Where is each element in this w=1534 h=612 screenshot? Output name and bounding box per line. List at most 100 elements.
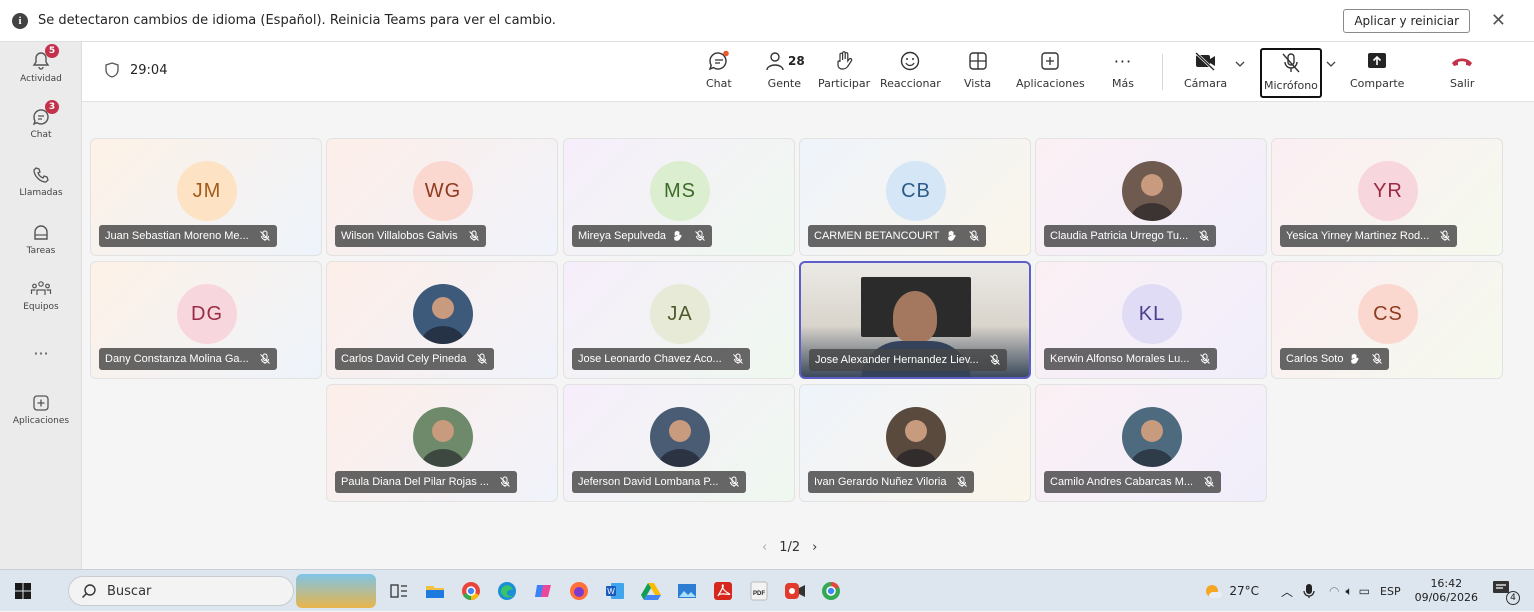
rail-label: Tareas	[26, 246, 56, 256]
participant-name: Wilson Villalobos Galvis	[341, 230, 458, 242]
rail-item-llamadas[interactable]: Llamadas	[0, 164, 82, 198]
participant-tile[interactable]: JA Jose Leonardo Chavez Aco...	[563, 261, 795, 379]
search-placeholder: Buscar	[107, 583, 152, 599]
participant-avatar: CB	[886, 161, 946, 221]
system-tray: 27°C ︿ ◠ 🔈︎ ▭ ESP 16:42 09/06/2026 4	[1203, 570, 1534, 612]
people-label: Gente	[767, 77, 802, 90]
participant-tile[interactable]: MS Mireya Sepulveda	[563, 138, 795, 256]
timer-text: 29:04	[130, 62, 168, 78]
more-label: Más	[1112, 77, 1134, 90]
edge-icon[interactable]	[494, 578, 520, 604]
chevron-right-icon[interactable]: ›	[812, 540, 817, 555]
keyboard-language[interactable]: ESP	[1380, 585, 1401, 598]
leave-label: Salir	[1450, 77, 1475, 90]
apply-restart-button[interactable]: Aplicar y reiniciar	[1343, 9, 1470, 33]
windows-taskbar: Buscar W PDF 27°C ︿ ◠ 🔈︎ ▭ ESP 16:42 09/…	[0, 569, 1534, 611]
participant-tile[interactable]: YR Yesica Yirney Martinez Rod...	[1271, 138, 1503, 256]
participant-name: CARMEN BETANCOURT	[814, 230, 940, 242]
participant-name-tag: Jeferson David Lombana P...	[572, 471, 747, 493]
more-apps-button[interactable]: ···	[0, 342, 82, 364]
chat-toolbar-button[interactable]: Chat	[706, 48, 732, 90]
participant-tile[interactable]: Jose Alexander Hernandez Liev...	[799, 261, 1031, 379]
participant-tile[interactable]: CB CARMEN BETANCOURT	[799, 138, 1031, 256]
raise-hand-button[interactable]: Participar	[818, 48, 870, 90]
mic-label: Micrófono	[1264, 79, 1318, 92]
camera-options-chevron[interactable]	[1234, 58, 1246, 70]
taskbar-search[interactable]: Buscar	[68, 576, 294, 606]
rail-label: Chat	[30, 130, 52, 140]
share-icon	[1366, 48, 1388, 74]
photos-icon[interactable]	[674, 578, 700, 604]
weather-sun-icon[interactable]	[1203, 581, 1223, 601]
weather-temperature[interactable]: 27°C	[1229, 584, 1259, 598]
participant-tile[interactable]: Claudia Patricia Urrego Tu...	[1035, 138, 1267, 256]
camera-button[interactable]: Cámara	[1184, 48, 1227, 90]
rail-item-chat[interactable]: 3 Chat	[0, 100, 82, 140]
wifi-icon[interactable]: ◠	[1329, 584, 1339, 598]
firefox-icon[interactable]	[566, 578, 592, 604]
leave-button[interactable]: Salir	[1450, 48, 1474, 90]
participant-avatar: JA	[650, 284, 710, 344]
participant-name-tag: Paula Diana Del Pilar Rojas ...	[335, 471, 517, 493]
mic-muted-icon	[1199, 353, 1211, 365]
search-icon	[81, 584, 96, 599]
chrome-profile-icon[interactable]	[818, 578, 844, 604]
page-indicator: 1/2	[779, 540, 801, 555]
windows-start-icon[interactable]	[10, 578, 36, 604]
rail-label: Actividad	[20, 74, 62, 84]
apps-toolbar-button[interactable]: Aplicaciones	[1016, 48, 1085, 90]
copilot-icon[interactable]	[530, 578, 556, 604]
participant-photo	[886, 407, 946, 467]
mic-options-chevron[interactable]	[1325, 58, 1337, 70]
task-view-icon[interactable]	[386, 578, 412, 604]
word-icon[interactable]: W	[602, 578, 628, 604]
drive-icon[interactable]	[638, 578, 664, 604]
participant-tile[interactable]: Carlos David Cely Pineda	[326, 261, 558, 379]
rail-item-aplicaciones[interactable]: Aplicaciones	[0, 392, 82, 426]
participant-tile[interactable]: KL Kerwin Alfonso Morales Lu...	[1035, 261, 1267, 379]
more-toolbar-button[interactable]: ··· Más	[1112, 48, 1134, 91]
microphone-tray-icon[interactable]	[1303, 583, 1315, 599]
svg-text:W: W	[607, 587, 615, 596]
share-button[interactable]: Comparte	[1350, 48, 1404, 90]
people-icon: 28	[764, 48, 805, 74]
rail-item-equipos[interactable]: Equipos	[0, 278, 82, 312]
participant-tile[interactable]: Paula Diana Del Pilar Rojas ...	[326, 384, 558, 502]
participant-tile[interactable]: DG Dany Constanza Molina Ga...	[90, 261, 322, 379]
people-toolbar-button[interactable]: 28 Gente	[764, 48, 805, 90]
rail-item-actividad[interactable]: 5 Actividad	[0, 44, 82, 84]
meeting-timer: 29:04	[104, 62, 167, 78]
participant-tile[interactable]: JM Juan Sebastian Moreno Me...	[90, 138, 322, 256]
participant-tile[interactable]: Ivan Gerardo Nuñez Viloria	[799, 384, 1031, 502]
pdf-app-icon[interactable]: PDF	[746, 578, 772, 604]
clock-time: 16:42	[1430, 577, 1463, 590]
activity-badge: 5	[45, 44, 59, 58]
microphone-button[interactable]: Micrófono	[1260, 48, 1322, 98]
battery-icon[interactable]: ▭	[1359, 584, 1370, 598]
participant-tile[interactable]: Camilo Andres Cabarcas M...	[1035, 384, 1267, 502]
participant-tile[interactable]: CS Carlos Soto	[1271, 261, 1503, 379]
chevron-up-icon[interactable]: ︿	[1281, 583, 1293, 600]
news-widget-icon[interactable]	[296, 574, 376, 608]
screen-recorder-icon[interactable]	[782, 578, 808, 604]
raise-label: Participar	[818, 77, 871, 90]
participant-tile[interactable]: Jeferson David Lombana P...	[563, 384, 795, 502]
close-icon[interactable]: ✕	[1491, 10, 1506, 31]
participant-photo	[650, 407, 710, 467]
chevron-left-icon[interactable]: ‹	[762, 540, 767, 555]
notifications-button[interactable]: 4	[1492, 579, 1520, 605]
participant-name-tag: Carlos David Cely Pineda	[335, 348, 495, 370]
teams-icon	[29, 278, 53, 300]
acrobat-icon[interactable]	[710, 578, 736, 604]
participant-tile[interactable]: WG Wilson Villalobos Galvis	[326, 138, 558, 256]
volume-icon[interactable]: 🔈︎	[1345, 584, 1352, 599]
camera-off-icon	[1194, 48, 1218, 74]
file-explorer-icon[interactable]	[422, 578, 448, 604]
page-navigation: ‹ 1/2 ›	[762, 540, 817, 555]
info-icon: i	[12, 12, 28, 29]
react-button[interactable]: Reaccionar	[880, 48, 941, 90]
view-button[interactable]: Vista	[964, 48, 991, 90]
clock[interactable]: 16:42 09/06/2026	[1415, 577, 1478, 605]
chrome-icon[interactable]	[458, 578, 484, 604]
rail-item-tareas[interactable]: Tareas	[0, 222, 82, 256]
